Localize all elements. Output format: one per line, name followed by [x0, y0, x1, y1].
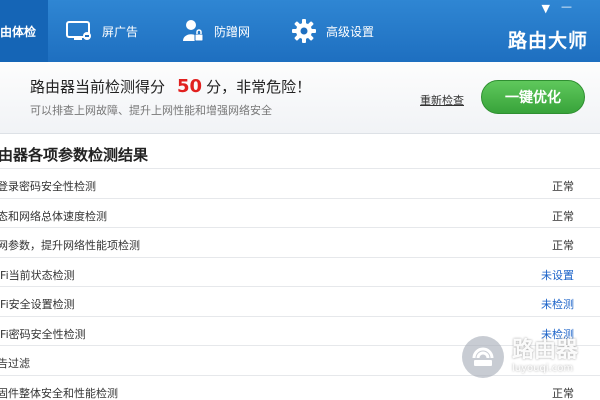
app-brand-title: 路由大师: [507, 30, 588, 52]
result-row: 登录密码安全性检测 正常: [0, 168, 600, 198]
gear-icon: [292, 19, 316, 43]
result-row-label: 态和网络总体速度检测: [0, 209, 107, 223]
tab-anti-freeloading-label: 防蹭网: [214, 24, 251, 39]
score-headline-suffix: 分，非常危险！: [206, 78, 312, 96]
result-row-status: 正常: [552, 180, 574, 193]
router-logo-icon: [462, 336, 504, 378]
watermark-url: luyouqi.com: [512, 363, 574, 374]
score-headline-prefix: 路由器当前检测得分: [30, 78, 166, 96]
tab-router-checkup[interactable]: 由体检: [0, 0, 48, 62]
top-navigation-bar: 由体检 屏广告 防蹭网 高级设置 ▼ — 路由大师: [0, 0, 600, 62]
result-row-label: iFi密码安全性检测: [0, 327, 86, 341]
result-row-label: iFi安全设置检测: [0, 298, 75, 311]
one-click-optimize-button[interactable]: 一键优化: [481, 80, 585, 114]
result-row: 态和网络总体速度检测 正常: [0, 197, 600, 228]
result-row-label: 登录密码安全性检测: [0, 180, 96, 193]
monitor-icon: [66, 20, 92, 42]
user-lock-icon: [182, 19, 204, 43]
score-value: 50: [177, 76, 203, 97]
router-master-window: 由体检 屏广告 防蹭网 高级设置 ▼ — 路由大师 路由器当前检测得分 50 分…: [0, 0, 600, 400]
recheck-link[interactable]: 重新检查: [420, 92, 464, 108]
result-row: iFi当前状态检测 未设置: [0, 256, 600, 287]
window-minimize-button[interactable]: —: [561, 1, 572, 12]
result-row: iFi安全设置检测 未检测: [0, 286, 600, 316]
result-row-status[interactable]: 未检测: [541, 296, 574, 312]
result-row-status: 正常: [552, 239, 574, 252]
watermark-title: 路由器: [512, 338, 579, 363]
result-row-label: 固件整体安全和性能检测: [0, 386, 118, 400]
tab-block-ads-label: 屏广告: [102, 24, 139, 39]
result-row-label: 告过滤: [0, 357, 30, 370]
score-summary-panel: 路由器当前检测得分 50 分，非常危险！ 可以排查上网故障、提升上网性能和增强网络安…: [0, 62, 600, 134]
tab-router-checkup-label: 由体检: [0, 24, 37, 39]
result-row-label: iFi当前状态检测: [0, 268, 75, 282]
result-row-status[interactable]: 未设置: [541, 267, 574, 283]
score-description: 可以排查上网故障、提升上网性能和增强网络安全: [30, 104, 272, 117]
tab-block-ads[interactable]: 屏广告: [66, 0, 138, 62]
results-section-title: 由器各项参数检测结果: [0, 146, 149, 164]
result-row-label: 网参数，提升网络性能项检测: [0, 239, 140, 252]
window-menu-button[interactable]: ▼: [542, 3, 550, 14]
tab-advanced-settings-label: 高级设置: [326, 24, 375, 39]
result-row-status: 正常: [552, 386, 574, 400]
watermark: 路由器 luyouqi.com: [462, 336, 578, 378]
result-row-status: 正常: [552, 209, 574, 223]
result-row: 网参数，提升网络性能项检测 正常: [0, 227, 600, 257]
score-headline: 路由器当前检测得分 50 分，非常危险！: [30, 76, 311, 97]
tab-anti-freeloading[interactable]: 防蹭网: [182, 0, 250, 62]
result-row: 固件整体安全和性能检测 正常: [0, 374, 600, 400]
tab-advanced-settings[interactable]: 高级设置: [292, 0, 374, 62]
